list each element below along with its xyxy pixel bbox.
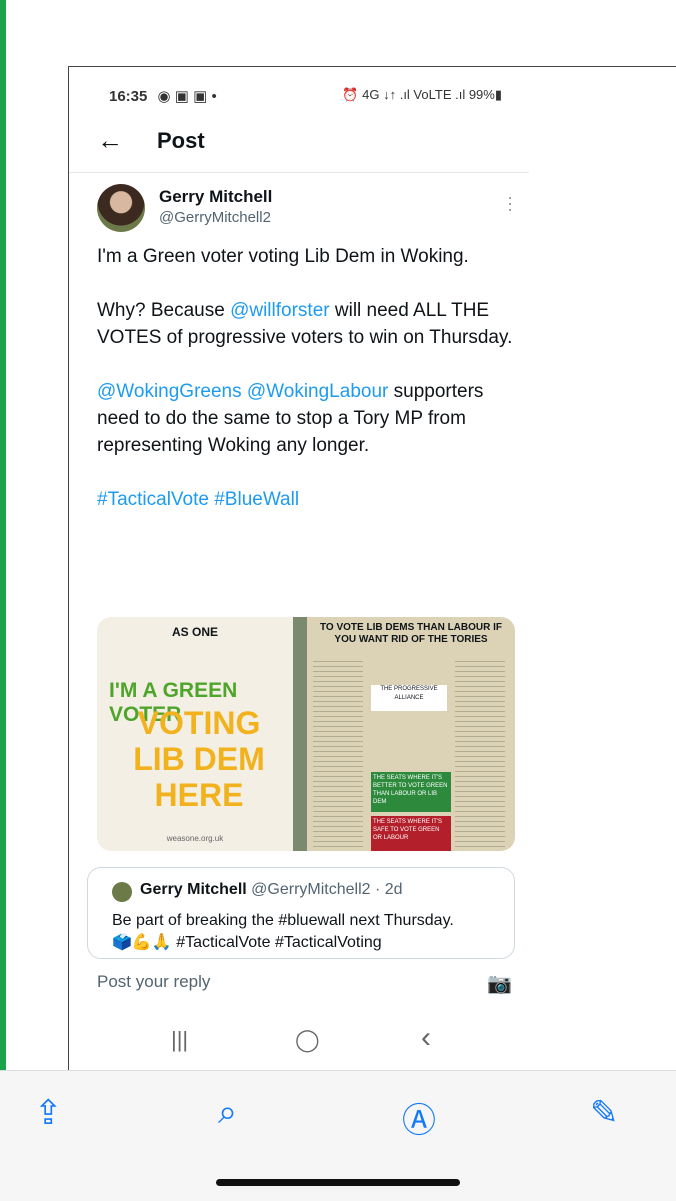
post-text-line: I'm a Green voter voting Lib Dem in Woki… — [97, 246, 469, 267]
avatar[interactable] — [97, 184, 145, 232]
recents-icon[interactable]: ||| — [171, 1027, 188, 1053]
flyer-red-box: THE SEATS WHERE IT'S SAFE TO VOTE GREEN … — [371, 816, 451, 851]
android-nav-bar: ||| ◯ ‹ — [69, 1017, 676, 1071]
poster-image[interactable]: AS ONE I'M A GREEN VOTER VOTING LIB DEM … — [97, 617, 293, 851]
flyer-heading: TO VOTE LIB DEMS THAN LABOUR IF YOU WANT… — [319, 622, 503, 645]
status-bar: 16:35 ◉ ▣ ▣ • — [109, 87, 217, 105]
poster-url: weasone.org.uk — [166, 834, 224, 843]
android-back-icon[interactable]: ‹ — [421, 1021, 431, 1055]
post-media[interactable]: AS ONE I'M A GREEN VOTER VOTING LIB DEM … — [97, 617, 515, 851]
post-text-paragraph: @WokingGreens @WokingLabour supporters n… — [97, 378, 517, 459]
search-icon[interactable]: ⌕ — [218, 1093, 237, 1132]
quote-author-name: Gerry Mitchell — [140, 881, 247, 898]
mention-link[interactable]: @WokingGreens @WokingLabour — [97, 381, 388, 402]
hashtag-links[interactable]: #TacticalVote #BlueWall — [97, 486, 517, 513]
home-indicator — [216, 1179, 460, 1186]
quoted-post[interactable]: Gerry Mitchell @GerryMitchell2 · 2d Be p… — [87, 867, 515, 959]
markup-icon[interactable]: Ⓐ — [402, 1093, 436, 1142]
flyer-logo-box: THE PROGRESSIVE ALLIANCE — [371, 685, 447, 711]
status-icons-left: ◉ ▣ ▣ • — [157, 88, 217, 105]
image-divider — [293, 617, 307, 851]
page-title: Post — [157, 127, 205, 153]
header-divider — [69, 172, 529, 173]
edit-icon[interactable]: ✎ — [590, 1093, 619, 1133]
quote-text-line: Be part of breaking the #bluewall next T… — [112, 912, 454, 929]
status-time: 16:35 — [109, 88, 148, 105]
quote-text: Be part of breaking the #bluewall next T… — [112, 910, 454, 954]
flyer-image[interactable]: TO VOTE LIB DEMS THAN LABOUR IF YOU WANT… — [307, 617, 515, 851]
author-handle[interactable]: @GerryMitchell2 — [159, 209, 271, 226]
ios-bottom-toolbar: ⇪ ⌕ Ⓐ ✎ — [0, 1070, 676, 1201]
quote-avatar — [112, 882, 132, 902]
left-green-bar — [0, 0, 6, 1070]
back-arrow-icon[interactable]: ← — [97, 125, 137, 156]
status-icons-right: ⏰ 4G ↓↑ .ıl VoLTE .ıl 99%▮ — [342, 87, 502, 102]
post-text-paragraph: Why? Because @willforster will need ALL … — [97, 297, 517, 351]
reply-input[interactable]: Post your reply — [97, 972, 210, 992]
phone-screenshot: 16:35 ◉ ▣ ▣ • ⏰ 4G ↓↑ .ıl VoLTE .ıl 99%▮… — [68, 66, 676, 1071]
quote-author-handle: @GerryMitchell2 · 2d — [251, 881, 403, 898]
author-name[interactable]: Gerry Mitchell — [159, 187, 272, 207]
mention-link[interactable]: @willforster — [230, 300, 330, 321]
post-body: I'm a Green voter voting Lib Dem in Woki… — [97, 243, 517, 540]
flyer-green-box: THE SEATS WHERE IT'S BETTER TO VOTE GREE… — [371, 772, 451, 812]
more-options-icon[interactable]: ⋯ — [499, 195, 521, 213]
camera-icon[interactable]: 📷 — [487, 971, 512, 996]
post-text: Why? Because — [97, 300, 231, 321]
quote-author: Gerry Mitchell @GerryMitchell2 · 2d — [140, 881, 403, 899]
flyer-list-left — [313, 657, 363, 847]
poster-top-text: AS ONE — [171, 625, 218, 639]
share-icon[interactable]: ⇪ — [34, 1093, 63, 1133]
flyer-list-right — [455, 657, 505, 847]
quote-text-line: 🗳️💪🙏 #TacticalVote #TacticalVoting — [112, 934, 382, 951]
home-icon[interactable]: ◯ — [295, 1027, 320, 1053]
post-header: ← Post — [97, 125, 205, 156]
poster-line2: VOTING LIB DEM HERE — [133, 705, 265, 813]
